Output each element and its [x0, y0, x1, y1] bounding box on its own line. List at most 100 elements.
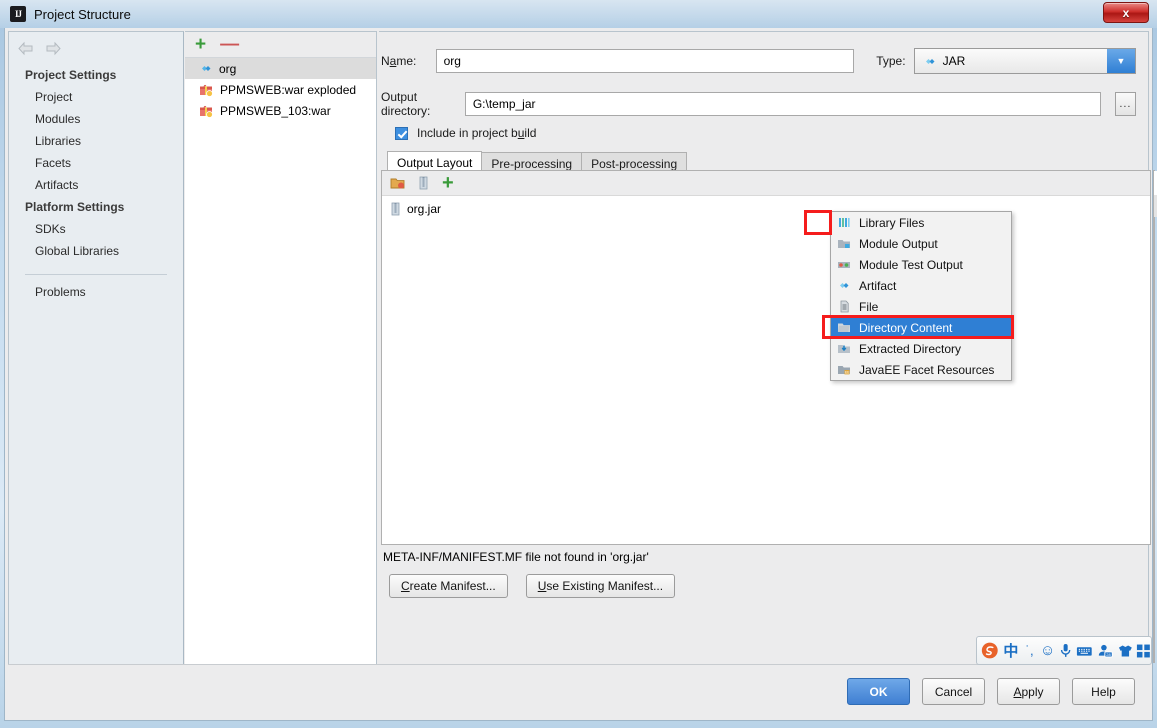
create-directory-icon[interactable] [390, 176, 405, 190]
artifact-editor-panel: Name: org Type: JAR ▼ Output directory: … [379, 31, 1157, 690]
use-existing-manifest-button[interactable]: Use Existing Manifest... [525, 574, 676, 598]
sidebar-item-libraries[interactable]: Libraries [9, 130, 183, 152]
sidebar-item-artifacts[interactable]: Artifacts [9, 174, 183, 196]
menu-item-label: Artifact [859, 278, 897, 293]
artifact-list-item-ppmsweb-103-war[interactable]: PPMSWEB_103:war [185, 100, 376, 121]
dialog-body: Project Settings Project Modules Librari… [4, 28, 1157, 721]
war-icon [200, 105, 213, 118]
menu-item-javaee-facet-resources[interactable]: EE JavaEE Facet Resources [831, 359, 1011, 380]
create-archive-icon[interactable] [418, 176, 429, 190]
help-button[interactable]: Help [1072, 678, 1135, 705]
punctuation-icon[interactable]: ˙, [1023, 643, 1036, 658]
add-element-context-menu: Library Files Module Output Module Test … [830, 211, 1012, 381]
skin-icon[interactable] [1118, 643, 1133, 659]
apply-button[interactable]: Apply [997, 678, 1060, 705]
name-input-value: org [443, 54, 461, 68]
include-in-build-row[interactable]: Include in project build [395, 126, 536, 140]
menu-item-label: Extracted Directory [859, 341, 962, 356]
create-manifest-button[interactable]: Create Manifest... [389, 574, 508, 598]
forward-arrow-icon[interactable] [45, 41, 62, 56]
menu-item-label: Library Files [859, 215, 925, 230]
emoji-icon[interactable]: ☺ [1040, 642, 1055, 659]
menu-item-library-files[interactable]: Library Files [831, 212, 1011, 233]
sidebar-group-platform-settings: Platform Settings [25, 200, 125, 214]
artifact-list-item-ppmsweb-war-exploded[interactable]: PPMSWEB:war exploded [185, 79, 376, 100]
war-exploded-icon [200, 84, 213, 97]
menu-item-file[interactable]: File [831, 296, 1011, 317]
menu-item-label: File [859, 299, 879, 314]
voice-input-icon[interactable] [1059, 642, 1072, 659]
output-layout-tree-row[interactable]: org.jar [382, 198, 1150, 219]
project-structure-window: IJ Project Structure x Project Settings … [0, 0, 1157, 728]
include-in-build-label: Include in project build [417, 126, 537, 140]
name-label: Name: [381, 54, 417, 68]
directory-content-icon [838, 323, 850, 332]
dialog-button-bar: OK Cancel Apply Help [8, 664, 1149, 718]
ok-button[interactable]: OK [847, 678, 910, 705]
chinese-mode-icon[interactable]: 中 [1003, 640, 1020, 661]
add-element-icon[interactable]: + [442, 173, 454, 193]
output-directory-value: G:\temp_jar [472, 97, 536, 111]
manifest-block: META-INF/MANIFEST.MF file not found in '… [381, 550, 1151, 598]
output-directory-row: Output directory: G:\temp_jar ... [381, 90, 1136, 118]
extracted-directory-icon [838, 345, 850, 353]
back-arrow-icon[interactable] [17, 41, 34, 56]
manifest-message: META-INF/MANIFEST.MF file not found in '… [383, 550, 649, 564]
add-artifact-icon[interactable]: + [195, 35, 206, 54]
artifact-list-item-org[interactable]: org [185, 58, 376, 79]
include-in-build-checkbox[interactable] [395, 126, 408, 140]
sidebar-divider [25, 274, 167, 275]
menu-item-label: JavaEE Facet Resources [859, 362, 995, 377]
window-title: Project Structure [34, 6, 131, 22]
menu-item-extracted-directory[interactable]: Extracted Directory [831, 338, 1011, 359]
sidebar-item-problems[interactable]: Problems [9, 281, 183, 303]
name-input[interactable]: org [435, 49, 855, 73]
output-directory-label: Output directory: [381, 90, 431, 118]
close-icon[interactable]: x [1103, 2, 1149, 23]
jar-type-icon [925, 58, 935, 64]
output-layout-tree-label: org.jar [407, 201, 442, 216]
available-elements-panel: Available Elements ? Artifacts [1153, 170, 1157, 663]
name-row: Name: org Type: JAR ▼ [381, 48, 1136, 74]
type-select[interactable]: JAR ▼ [913, 48, 1136, 74]
output-directory-input[interactable]: G:\temp_jar [464, 92, 1101, 116]
artifact-icon [840, 283, 849, 288]
artifacts-toolbar: + — [185, 32, 376, 58]
cancel-button[interactable]: Cancel [922, 678, 985, 705]
toolbox-icon[interactable] [1136, 643, 1151, 659]
remove-artifact-icon[interactable]: — [220, 35, 239, 54]
artifact-list-item-label: PPMSWEB:war exploded [220, 82, 357, 97]
sidebar-item-sdks[interactable]: SDKs [9, 218, 183, 240]
browse-output-directory-button[interactable]: ... [1114, 92, 1136, 116]
library-files-icon [839, 218, 850, 227]
sidebar-item-project[interactable]: Project [9, 86, 183, 108]
svg-text:28: 28 [1106, 651, 1111, 656]
type-label: Type: [876, 54, 906, 68]
module-test-output-icon [838, 262, 850, 268]
intellij-idea-icon: IJ [10, 6, 26, 22]
menu-item-module-output[interactable]: Module Output [831, 233, 1011, 254]
jar-icon [391, 202, 400, 215]
ime-toolbar: 中 ˙, ☺ 28 [976, 636, 1152, 665]
chevron-down-icon[interactable]: ▼ [1106, 49, 1135, 73]
sidebar-item-global-libraries[interactable]: Global Libraries [9, 240, 183, 262]
javaee-facet-resources-icon: EE [838, 366, 850, 375]
artifacts-list-panel: + — org PPMSWEB:war exploded PPMSWEB_103… [185, 31, 377, 690]
sidebar-item-facets[interactable]: Facets [9, 152, 183, 174]
svg-text:EE: EE [845, 371, 850, 375]
sidebar-item-modules[interactable]: Modules [9, 108, 183, 130]
type-select-value: JAR [942, 54, 966, 68]
keyboard-icon[interactable] [1076, 644, 1093, 658]
settings-sidebar: Project Settings Project Modules Librari… [8, 31, 184, 690]
module-output-icon [838, 240, 850, 248]
sidebar-group-project-settings: Project Settings [25, 68, 117, 82]
user-icon[interactable]: 28 [1097, 643, 1114, 659]
menu-item-artifact[interactable]: Artifact [831, 275, 1011, 296]
file-icon [840, 300, 849, 313]
menu-item-module-test-output[interactable]: Module Test Output [831, 254, 1011, 275]
artifact-jar-icon [202, 66, 211, 71]
menu-item-directory-content[interactable]: Directory Content [831, 317, 1011, 338]
sogou-logo-icon[interactable] [981, 641, 999, 660]
output-layout-panel: + org.jar [381, 170, 1151, 545]
artifact-list-item-label: org [219, 61, 237, 76]
